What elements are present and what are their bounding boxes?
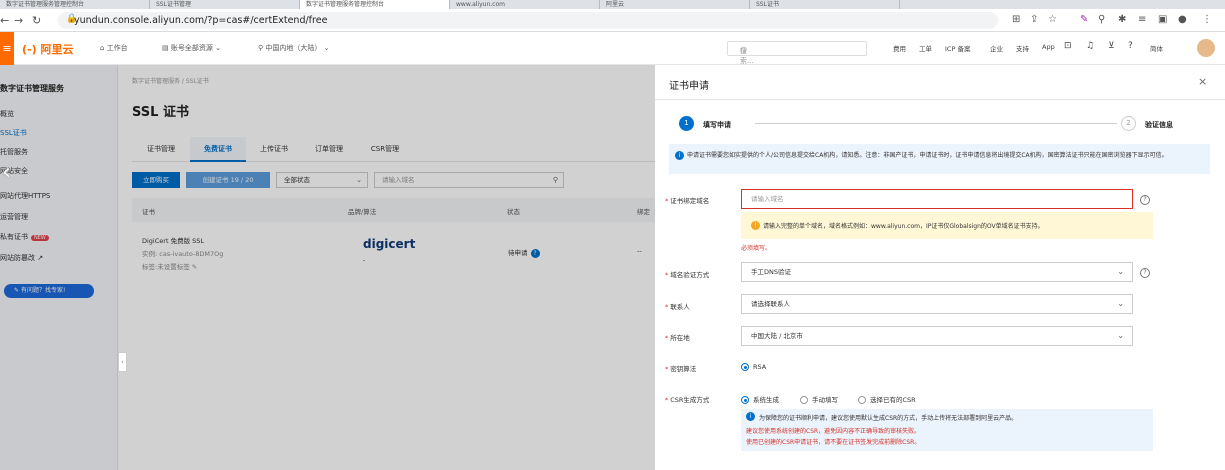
info-notice: i 申请证书需要您如实提供的个人/公司信息提交给CA机构，请知悉。注意：非国产证… (669, 144, 1210, 174)
browser-tab-active[interactable]: 数字证书管理服务管理控制台 (300, 0, 450, 9)
close-icon[interactable]: × (1198, 75, 1207, 88)
browser-tab[interactable]: 数字证书管理服务管理控制台 (0, 0, 150, 9)
console-search-input[interactable]: ○ 搜索... (727, 41, 867, 65)
chevron-down-icon: ⌄ (1117, 267, 1124, 276)
grid-icon: ▤ (162, 44, 171, 52)
back-arrow-icon[interactable]: ← (0, 14, 9, 27)
topbar-icp-link[interactable]: ICP 备案 (945, 43, 970, 53)
address-bar[interactable]: 🔒 yundun.console.aliyun.com/?p=cas#/cert… (58, 12, 998, 29)
help-icon[interactable]: ? (1140, 195, 1150, 205)
drawer-title: 证书申请 (669, 81, 709, 92)
step-2-indicator: 2 (1121, 116, 1136, 131)
browser-tab-strip: 数字证书管理服务管理控制台 SSL证书管理 数字证书管理服务管理控制台 www.ali… (0, 0, 1225, 9)
csr-system-radio[interactable]: 系统生成 (741, 394, 779, 404)
region-dropdown[interactable]: ⚲ 中国内地（大陆） ⌄ (258, 43, 329, 53)
chevron-down-icon: ⌄ (212, 44, 221, 52)
extensions-puzzle-icon[interactable]: ✱ (1118, 14, 1126, 25)
csr-note: i 为保障您的证书顺利申请，建议您使用默认生成CSR的方式，手动上传将无法部署到… (741, 409, 1153, 451)
topbar-ticket-link[interactable]: 工单 (919, 43, 932, 53)
translate-icon[interactable]: ⊞ (1012, 14, 1020, 25)
domain-error-text: 必须填写。 (741, 245, 772, 252)
step-1-indicator: 1 (679, 116, 694, 131)
location-select[interactable]: 中国大陆 / 北京市 ⌄ (741, 326, 1133, 346)
aliyun-logo[interactable]: (-) 阿里云 (22, 41, 73, 57)
chevron-down-icon: ⌄ (1117, 299, 1124, 308)
divider (655, 99, 1225, 100)
verify-method-select[interactable]: 手工DNS验证 ⌄ (741, 262, 1133, 282)
step-connector (755, 123, 1117, 124)
home-icon: ⌂ (100, 44, 107, 52)
modal-overlay[interactable] (0, 65, 655, 470)
reading-list-icon[interactable]: ≡ (1138, 14, 1146, 25)
browser-tab[interactable]: www.aliyun.com (450, 0, 600, 9)
csr-manual-radio[interactable]: 手动填写 (800, 394, 838, 404)
info-icon: i (675, 151, 684, 160)
step-2-label: 验证信息 (1145, 121, 1173, 129)
bell-icon[interactable]: ♫ (1086, 41, 1094, 51)
message-icon[interactable]: ⊡ (1064, 41, 1072, 51)
csr-label: * CSR生成方式 (665, 396, 710, 404)
language-switch[interactable]: 简体 (1150, 43, 1163, 53)
help-circle-icon[interactable]: ? (1128, 41, 1133, 51)
help-icon[interactable]: ? (1140, 268, 1150, 278)
chevron-down-icon: ⌄ (321, 44, 330, 52)
step-1-label: 填写申请 (703, 121, 731, 129)
domain-label: * 证书绑定域名 (665, 197, 710, 205)
avatar[interactable] (1197, 39, 1215, 57)
domain-input[interactable]: 请输入域名 (741, 189, 1133, 209)
chevron-left-icon[interactable]: ‹ (2, 160, 11, 185)
extension-icon[interactable]: ⚲ (1098, 14, 1105, 25)
star-icon[interactable]: ☆ (1048, 14, 1057, 25)
verify-method-label: * 域名验证方式 (665, 271, 710, 279)
contact-label: * 联系人 (665, 303, 690, 311)
contact-select[interactable]: 请选择联系人 ⌄ (741, 294, 1133, 314)
browser-tab[interactable]: SSL证书 (750, 0, 900, 9)
hamburger-icon[interactable]: ≡ (0, 32, 14, 65)
browser-tab[interactable]: SSL证书管理 (150, 0, 300, 9)
topbar-enterprise-link[interactable]: 企业 (990, 43, 1003, 53)
account-resource-dropdown[interactable]: ▤ 账号全部资源 ⌄ (162, 43, 221, 53)
browser-tab[interactable]: 阿里云 (600, 0, 750, 9)
share-icon[interactable]: ⇪ (1030, 14, 1038, 25)
topbar-fee-link[interactable]: 费用 (893, 43, 906, 53)
reload-icon[interactable]: ↻ (32, 14, 41, 27)
url-text: yundun.console.aliyun.com/?p=cas#/certEx… (74, 15, 328, 26)
topbar-app-link[interactable]: App (1042, 43, 1055, 51)
workbench-link[interactable]: ⌂ 工作台 (100, 43, 128, 53)
browser-toolbar: ← → ↻ 🔒 yundun.console.aliyun.com/?p=cas… (0, 9, 1225, 32)
chevron-down-icon: ⌄ (1117, 331, 1124, 340)
console-topbar: ≡ (-) 阿里云 ⌂ 工作台 ▤ 账号全部资源 ⌄ ⚲ 中国内地（大陆） ⌄ … (0, 32, 1225, 65)
csr-existing-radio[interactable]: 选择已有的CSR (858, 394, 916, 404)
algo-label: * 密钥算法 (665, 365, 697, 373)
cert-apply-drawer: 证书申请 × 1 填写申请 2 验证信息 i 申请证书需要您如实提供的个人/公司… (655, 65, 1225, 470)
topbar-support-link[interactable]: 支持 (1016, 43, 1029, 53)
location-label: * 所在地 (665, 334, 690, 342)
warning-icon: ! (751, 221, 760, 230)
side-panel-icon[interactable]: ▣ (1158, 14, 1167, 25)
info-icon: i (746, 412, 755, 421)
profile-icon[interactable]: ● (1178, 14, 1187, 25)
domain-tip: ! 请输入完整的单个域名，域名格式例如：www.aliyun.com，IP证书仅… (741, 212, 1153, 239)
sidebar-collapse-handle[interactable]: ‹ (118, 352, 127, 372)
forward-arrow-icon[interactable]: → (14, 14, 23, 27)
extension-pen-icon[interactable]: ✎ (1080, 14, 1088, 25)
cart-icon[interactable]: ⊻ (1108, 41, 1115, 51)
algo-rsa-radio[interactable]: RSA (741, 363, 766, 371)
menu-icon[interactable]: ⋮ (1202, 14, 1212, 25)
